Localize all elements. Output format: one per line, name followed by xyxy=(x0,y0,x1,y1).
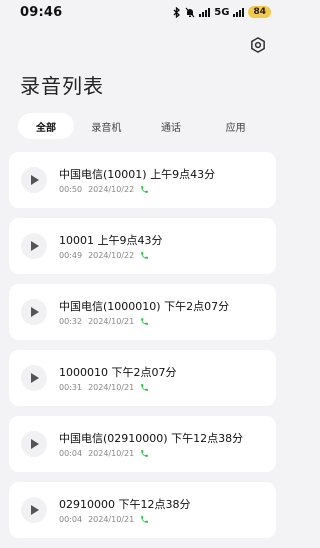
mute-bell-icon xyxy=(185,6,195,18)
bluetooth-icon xyxy=(172,6,181,18)
tab-recorder[interactable]: 录音机 xyxy=(74,113,139,139)
phone-call-icon xyxy=(140,185,149,194)
recording-name: 02910000 下午12点38分 xyxy=(59,498,191,511)
signal-icon-2 xyxy=(233,7,245,17)
recording-date: 2024/10/22 xyxy=(88,251,135,260)
recording-meta: 00:50 2024/10/22 xyxy=(59,185,149,194)
network-label: 5G xyxy=(214,6,230,18)
recording-name: 1000010 下午2点07分 xyxy=(59,366,177,379)
recording-item[interactable]: 中国电信(02910000) 下午12点38分 00:04 2024/10/21 xyxy=(9,416,276,472)
play-button[interactable] xyxy=(21,431,47,457)
phone-call-icon xyxy=(140,251,149,260)
recording-meta: 00:32 2024/10/21 xyxy=(59,317,149,326)
play-icon xyxy=(31,307,39,317)
play-icon xyxy=(31,241,39,251)
recording-meta: 00:31 2024/10/21 xyxy=(59,383,149,392)
recording-date: 2024/10/21 xyxy=(88,449,135,458)
status-icons: 5G 84 xyxy=(172,6,271,18)
recording-duration: 00:31 xyxy=(59,383,83,392)
recording-meta: 00:49 2024/10/22 xyxy=(59,251,149,260)
recording-name: 中国电信(02910000) 下午12点38分 xyxy=(59,432,244,445)
page-title: 录音列表 xyxy=(20,74,104,98)
phone-call-icon xyxy=(140,515,149,524)
play-button[interactable] xyxy=(21,233,47,259)
status-time: 09:46 xyxy=(20,5,63,20)
battery-indicator: 84 xyxy=(248,6,271,18)
play-icon xyxy=(31,439,39,449)
recording-duration: 00:32 xyxy=(59,317,83,326)
recording-item[interactable]: 10001 上午9点43分 00:49 2024/10/22 xyxy=(9,218,276,274)
play-button[interactable] xyxy=(21,167,47,193)
play-icon xyxy=(31,175,39,185)
recording-item[interactable]: 02910000 下午12点38分 00:04 2024/10/21 xyxy=(9,482,276,538)
signal-icon-1 xyxy=(199,7,211,17)
recording-name: 中国电信(1000010) 下午2点07分 xyxy=(59,300,230,313)
recording-list: 中国电信(10001) 上午9点43分 00:50 2024/10/22 100… xyxy=(9,152,276,548)
tab-all[interactable]: 全部 xyxy=(18,113,74,139)
phone-call-icon xyxy=(140,317,149,326)
filter-tabs: 全部 录音机 通话 应用 xyxy=(18,113,268,139)
recording-duration: 00:49 xyxy=(59,251,83,260)
recording-date: 2024/10/21 xyxy=(88,317,135,326)
recording-meta: 00:04 2024/10/21 xyxy=(59,515,149,524)
gear-icon[interactable] xyxy=(249,36,267,54)
recording-meta: 00:04 2024/10/21 xyxy=(59,449,149,458)
recording-name: 中国电信(10001) 上午9点43分 xyxy=(59,168,216,181)
recording-date: 2024/10/21 xyxy=(88,515,135,524)
recording-date: 2024/10/22 xyxy=(88,185,135,194)
recording-item[interactable]: 中国电信(1000010) 下午2点07分 00:32 2024/10/21 xyxy=(9,284,276,340)
recording-name: 10001 上午9点43分 xyxy=(59,234,163,247)
play-icon xyxy=(31,373,39,383)
play-button[interactable] xyxy=(21,365,47,391)
status-bar: 09:46 5G 84 xyxy=(0,0,285,26)
recording-date: 2024/10/21 xyxy=(88,383,135,392)
tab-apps[interactable]: 应用 xyxy=(203,113,268,139)
recording-duration: 00:04 xyxy=(59,449,83,458)
phone-call-icon xyxy=(140,383,149,392)
recording-item[interactable]: 中国电信(10001) 上午9点43分 00:50 2024/10/22 xyxy=(9,152,276,208)
recording-item[interactable]: 1000010 下午2点07分 00:31 2024/10/21 xyxy=(9,350,276,406)
tab-calls[interactable]: 通话 xyxy=(139,113,204,139)
play-button[interactable] xyxy=(21,299,47,325)
recording-duration: 00:50 xyxy=(59,185,83,194)
phone-call-icon xyxy=(140,449,149,458)
recording-duration: 00:04 xyxy=(59,515,83,524)
play-button[interactable] xyxy=(21,497,47,523)
